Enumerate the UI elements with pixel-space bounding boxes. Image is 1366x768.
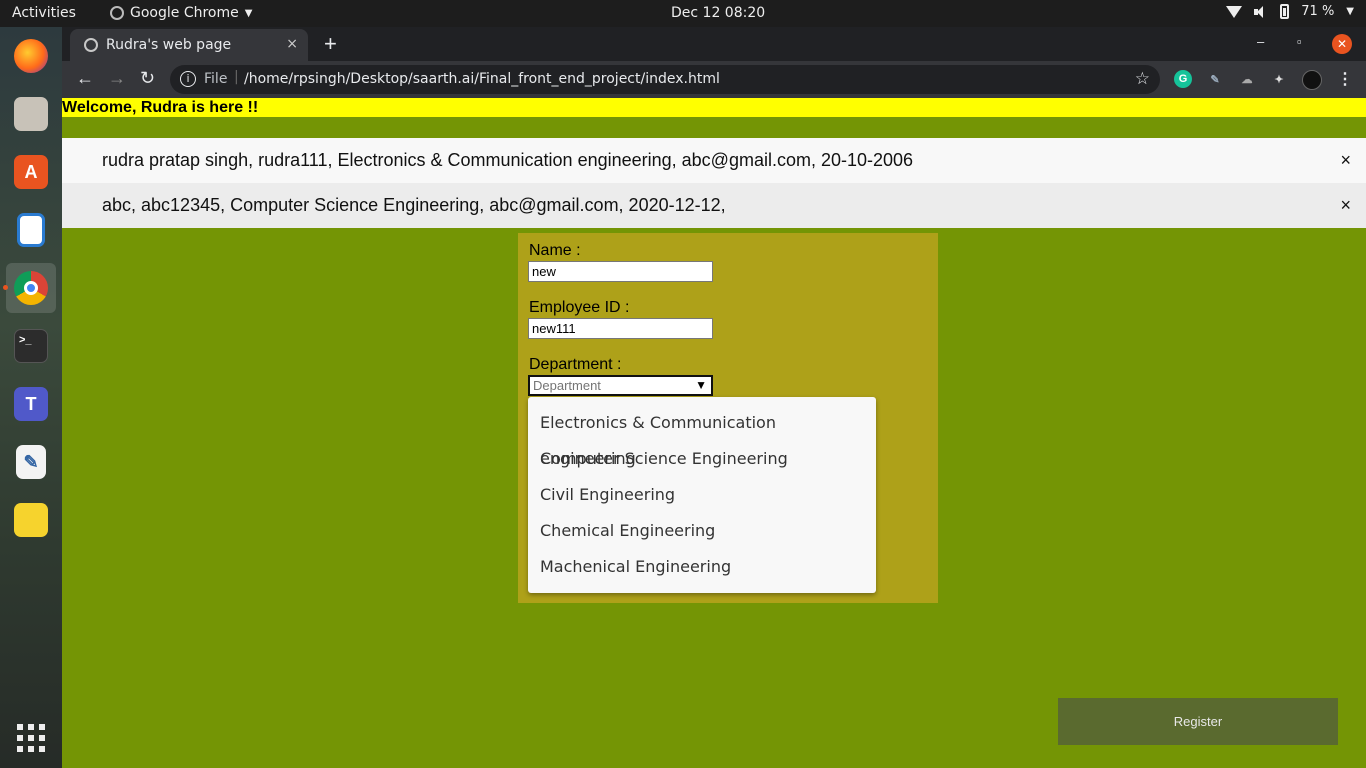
new-tab-button[interactable]: + xyxy=(324,31,337,57)
records-list: rudra pratap singh, rudra111, Electronic… xyxy=(62,138,1366,228)
tray-caret-icon: ▼ xyxy=(1346,6,1354,17)
department-dropdown: Electronics & Communication engineering … xyxy=(528,397,876,593)
battery-percent: 71 % xyxy=(1301,4,1335,19)
text-editor-icon: ✎ xyxy=(16,445,46,479)
running-indicator xyxy=(3,285,8,290)
system-tray[interactable]: 71 % ▼ xyxy=(1226,4,1354,19)
battery-icon xyxy=(1280,4,1290,19)
files-icon xyxy=(14,97,48,131)
info-icon[interactable]: i xyxy=(180,71,196,87)
dock-terminal[interactable]: >_ xyxy=(6,321,56,371)
reload-icon[interactable]: ↻ xyxy=(140,68,155,89)
record-text: abc, abc12345, Computer Science Engineer… xyxy=(102,195,726,215)
chrome-window: Rudra's web page × + – ▫ ✕ ← → ↻ i File … xyxy=(62,27,1366,768)
forward-icon[interactable]: → xyxy=(108,68,126,89)
name-input[interactable]: new xyxy=(528,261,713,282)
browser-toolbar: ← → ↻ i File | /home/rpsingh/Desktop/saa… xyxy=(62,61,1366,98)
app-menu[interactable]: Google Chrome ▼ xyxy=(110,5,252,21)
system-top-bar: Activities Google Chrome ▼ Dec 12 08:20 … xyxy=(0,0,1366,27)
delete-record-icon[interactable]: × xyxy=(1340,150,1351,171)
restore-button[interactable]: ▫ xyxy=(1297,34,1302,49)
employee-id-input[interactable]: new111 xyxy=(528,318,713,339)
record-row: rudra pratap singh, rudra111, Electronic… xyxy=(62,138,1366,183)
department-option[interactable]: Electronics & Communication engineering xyxy=(528,405,876,468)
extensions-puzzle-icon[interactable]: ✦ xyxy=(1270,70,1288,88)
dock: A >_ T ✎ xyxy=(0,27,62,768)
tab-close-icon[interactable]: × xyxy=(286,36,298,52)
firefox-icon xyxy=(14,39,48,73)
tab-active[interactable]: Rudra's web page × xyxy=(70,29,308,61)
extension-pen-icon[interactable]: ✎ xyxy=(1206,70,1224,88)
bookmark-star-icon[interactable]: ☆ xyxy=(1135,69,1150,89)
dock-notes[interactable] xyxy=(6,495,56,545)
volume-icon xyxy=(1254,5,1268,18)
notes-icon xyxy=(14,503,48,537)
chrome-icon xyxy=(14,271,48,305)
department-option[interactable]: Machenical Engineering xyxy=(528,549,876,585)
clock[interactable]: Dec 12 08:20 xyxy=(671,5,765,21)
chrome-small-icon xyxy=(110,6,124,20)
writer-icon xyxy=(17,213,45,247)
page-viewport: Welcome, Rudra is here !! rudra pratap s… xyxy=(62,98,1366,768)
record-text: rudra pratap singh, rudra111, Electronic… xyxy=(102,150,914,170)
record-row: abc, abc12345, Computer Science Engineer… xyxy=(62,183,1366,228)
department-label: Department : xyxy=(529,356,622,373)
department-select[interactable]: Department ▼ xyxy=(528,375,713,396)
tab-strip: Rudra's web page × + – ▫ ✕ xyxy=(62,27,1366,61)
minimize-button[interactable]: – xyxy=(1257,34,1264,49)
department-option[interactable]: Chemical Engineering xyxy=(528,513,876,549)
employee-id-label: Employee ID : xyxy=(529,299,630,316)
dock-writer[interactable] xyxy=(6,205,56,255)
teams-icon: T xyxy=(14,387,48,421)
extension-cloud-icon[interactable]: ☁ xyxy=(1238,70,1256,88)
app-menu-label: Google Chrome xyxy=(130,5,239,21)
register-button[interactable]: Register xyxy=(1058,698,1338,745)
dock-software[interactable]: A xyxy=(6,147,56,197)
tab-title: Rudra's web page xyxy=(106,37,232,53)
dock-files[interactable] xyxy=(6,89,56,139)
show-apps-icon[interactable] xyxy=(17,724,45,752)
window-close-button[interactable]: ✕ xyxy=(1332,34,1352,54)
caret-down-icon: ▼ xyxy=(244,7,253,19)
name-label: Name : xyxy=(529,242,581,259)
menu-kebab-icon[interactable]: ⋮ xyxy=(1336,70,1354,88)
globe-icon xyxy=(84,38,98,52)
dock-teams[interactable]: T xyxy=(6,379,56,429)
url-scheme: File xyxy=(204,71,228,87)
grammarly-icon[interactable]: G xyxy=(1174,70,1192,88)
dock-text-editor[interactable]: ✎ xyxy=(6,437,56,487)
wifi-icon xyxy=(1226,5,1243,18)
dock-chrome[interactable] xyxy=(3,263,56,313)
terminal-icon: >_ xyxy=(14,329,48,363)
software-icon: A xyxy=(14,155,48,189)
department-placeholder: Department xyxy=(533,378,601,393)
dropdown-arrow-icon: ▼ xyxy=(695,378,707,392)
department-option[interactable]: Computer Science Engineering xyxy=(528,441,876,477)
back-icon[interactable]: ← xyxy=(76,68,94,89)
department-option[interactable]: Civil Engineering xyxy=(528,477,876,513)
welcome-banner: Welcome, Rudra is here !! xyxy=(62,98,1366,117)
dock-firefox[interactable] xyxy=(6,31,56,81)
activities-button[interactable]: Activities xyxy=(12,5,76,21)
address-bar[interactable]: i File | /home/rpsingh/Desktop/saarth.ai… xyxy=(170,65,1160,94)
url-text: /home/rpsingh/Desktop/saarth.ai/Final_fr… xyxy=(244,71,720,87)
delete-record-icon[interactable]: × xyxy=(1340,195,1351,216)
profile-avatar[interactable] xyxy=(1302,70,1322,90)
url-separator: | xyxy=(234,69,239,85)
